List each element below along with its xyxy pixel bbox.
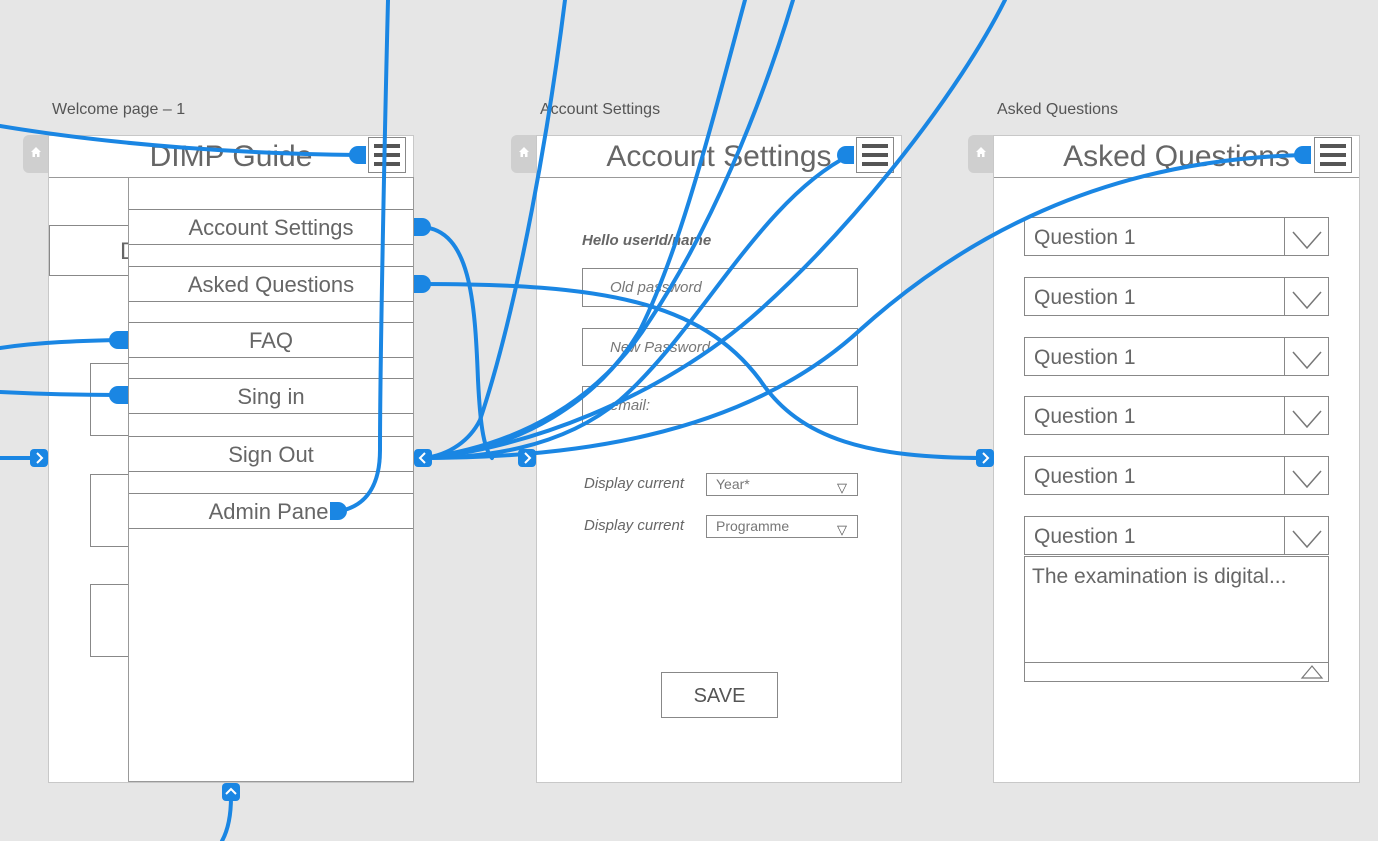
- menu-item-asked-questions[interactable]: Asked Questions: [129, 266, 413, 302]
- menu-item-sign-out[interactable]: Sign Out: [129, 436, 413, 472]
- question-accordion[interactable]: Question 1: [1024, 277, 1329, 316]
- welcome-background-box: [90, 474, 130, 547]
- hamburger-menu-icon-bar: [1320, 153, 1346, 157]
- welcome-menu-button[interactable]: [368, 137, 406, 173]
- welcome-titlebar: DIMP Guide: [49, 136, 413, 178]
- question-label: Question 1: [1034, 465, 1136, 488]
- link-handle[interactable]: [414, 218, 431, 236]
- question-accordion[interactable]: Question 1: [1024, 516, 1329, 555]
- question-accordion[interactable]: Question 1: [1024, 337, 1329, 376]
- textarea-footer: [1025, 662, 1328, 681]
- account-title: Account Settings: [606, 140, 832, 173]
- home-icon: [976, 147, 986, 157]
- navigation-arrow-icon[interactable]: [30, 449, 48, 467]
- hamburger-menu-icon: [374, 144, 400, 148]
- year-select[interactable]: Year* ▽: [706, 473, 858, 496]
- asked-titlebar: Asked Questions: [994, 136, 1359, 178]
- question-accordion[interactable]: Question 1: [1024, 456, 1329, 495]
- question-accordion[interactable]: Question 1: [1024, 396, 1329, 435]
- chevron-down-icon: [1284, 397, 1328, 434]
- link-line: [220, 795, 233, 841]
- menu-item-account-settings[interactable]: Account Settings: [129, 209, 413, 245]
- hamburger-menu-icon: [1320, 144, 1346, 148]
- navigation-arrow-icon[interactable]: [976, 449, 994, 467]
- question-label: Question 1: [1034, 405, 1136, 428]
- email-field[interactable]: email:: [582, 386, 858, 425]
- hamburger-menu-icon-bar: [374, 153, 400, 157]
- collapse-triangle-icon[interactable]: [1300, 664, 1324, 679]
- programme-select-value: Programme: [716, 518, 790, 534]
- menu-item-sign-in[interactable]: Sing in: [129, 378, 413, 414]
- dropdown-triangle-icon: ▽: [837, 480, 847, 495]
- hamburger-menu-icon: [862, 144, 888, 148]
- navigation-arrow-icon[interactable]: [518, 449, 536, 467]
- year-select-value: Year*: [716, 476, 750, 492]
- page-label-asked-questions: Asked Questions: [997, 101, 1118, 118]
- welcome-background-box: [90, 363, 130, 436]
- welcome-background-box: [90, 584, 130, 657]
- menu-item-faq[interactable]: FAQ: [129, 322, 413, 358]
- hamburger-menu-icon-bar: [374, 162, 400, 166]
- question-label: Question 1: [1034, 346, 1136, 369]
- welcome-background-card: D: [49, 225, 137, 276]
- welcome-side-menu: Account Settings Asked Questions FAQ Sin…: [128, 177, 414, 782]
- welcome-title: DIMP Guide: [149, 140, 313, 173]
- hamburger-menu-icon-bar: [1320, 162, 1346, 166]
- home-tab-welcome[interactable]: [23, 135, 49, 173]
- page-label-welcome: Welcome page – 1: [52, 101, 186, 118]
- account-titlebar: Account Settings: [537, 136, 901, 178]
- page-label-account-settings: Account Settings: [540, 101, 661, 118]
- answer-textarea[interactable]: The examination is digital...: [1024, 556, 1329, 682]
- save-button[interactable]: SAVE: [661, 672, 778, 718]
- home-tab-account[interactable]: [511, 135, 537, 173]
- home-tab-asked[interactable]: [968, 135, 994, 173]
- display-current-year-label: Display current: [584, 475, 685, 492]
- chevron-down-icon: [1284, 517, 1328, 554]
- answer-text: The examination is digital...: [1032, 565, 1287, 588]
- new-password-field[interactable]: New Password: [582, 328, 858, 366]
- question-label: Question 1: [1034, 286, 1136, 309]
- account-greeting: Hello userId/name: [582, 232, 712, 249]
- chevron-down-icon: [1284, 338, 1328, 375]
- account-menu-button[interactable]: [856, 137, 894, 173]
- question-label: Question 1: [1034, 525, 1136, 548]
- navigation-arrow-icon[interactable]: [414, 449, 432, 467]
- hamburger-menu-icon-bar: [862, 162, 888, 166]
- chevron-down-icon: [1284, 218, 1328, 255]
- chevron-down-icon: [1284, 457, 1328, 494]
- menu-item-admin-panel[interactable]: Admin Panel: [129, 493, 413, 529]
- asked-menu-button[interactable]: [1314, 137, 1352, 173]
- asked-title: Asked Questions: [1063, 140, 1290, 173]
- hamburger-menu-icon-bar: [862, 153, 888, 157]
- home-icon: [31, 147, 41, 157]
- question-label: Question 1: [1034, 226, 1136, 249]
- old-password-field[interactable]: Old password: [582, 268, 858, 307]
- question-accordion[interactable]: Question 1: [1024, 217, 1329, 256]
- programme-select[interactable]: Programme ▽: [706, 515, 858, 538]
- link-line: [420, 225, 494, 460]
- chevron-down-icon: [1284, 278, 1328, 315]
- dropdown-triangle-icon: ▽: [837, 522, 847, 537]
- display-current-programme-label: Display current: [584, 517, 685, 534]
- navigation-arrow-icon[interactable]: [222, 783, 240, 801]
- link-handle[interactable]: [414, 275, 431, 293]
- home-icon: [519, 147, 529, 157]
